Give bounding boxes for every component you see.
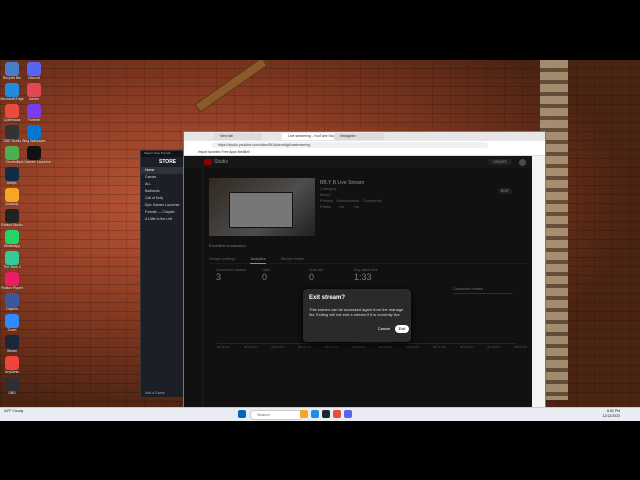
app-icon: [5, 356, 19, 370]
app-icon: [27, 62, 41, 76]
desktop-icon-label: Roblox Studio: [1, 223, 23, 227]
tab-instagram[interactable]: Instagram: [334, 133, 384, 140]
file-explorer-icon[interactable]: [300, 410, 308, 418]
taskbar: 34°F Cloudy Search 8:52 PM 12/12/2023: [0, 407, 640, 421]
desktop-icon[interactable]: AnyDesk: [0, 356, 32, 374]
desktop-icon[interactable]: The Sims 4: [0, 251, 32, 269]
app-icon[interactable]: [333, 410, 341, 418]
app-icon: [5, 230, 19, 244]
tab-youtube-studio[interactable]: Live streaming - YouTube Studio: [282, 133, 336, 140]
cancel-button[interactable]: Cancel: [375, 325, 393, 333]
app-icon: [27, 125, 41, 139]
desktop-icon[interactable]: Audacity: [0, 188, 32, 206]
desktop-icon-label: Roblox Player: [1, 286, 23, 290]
exit-button[interactable]: Exit: [395, 325, 409, 333]
app-icon: [27, 83, 41, 97]
url-input[interactable]: https://studio.youtube.com/video/Bi1kkdr…: [212, 142, 488, 148]
tab-new-tab[interactable]: New tab: [214, 133, 262, 140]
app-icon: [5, 335, 19, 349]
clock-date: 12/12/2023: [602, 414, 620, 418]
app-icon: [5, 188, 19, 202]
weather-widget[interactable]: 34°F Cloudy: [4, 409, 23, 414]
start-icon[interactable]: [238, 410, 246, 418]
desktop-icon[interactable]: DeepL: [0, 167, 32, 185]
address-bar-row: https://studio.youtube.com/video/Bi1kkdr…: [184, 141, 545, 149]
desktop-icon[interactable]: Adobe: [14, 83, 54, 101]
desktop-icon[interactable]: Steam: [0, 335, 32, 353]
desktop-icon-label: Discord: [28, 76, 40, 80]
desktop-icon-label: DeepL: [6, 181, 18, 185]
desktop-icon-label: WhatsApp: [3, 244, 21, 248]
app-icon: [5, 167, 19, 181]
desktop-icon[interactable]: WhatsApp: [0, 230, 32, 248]
tab-strip: New tab Live streaming - YouTube Studio …: [184, 132, 545, 141]
exit-stream-dialog: Exit stream? This stream can be accessed…: [303, 289, 411, 342]
desktop-icon[interactable]: Bing Wallpaper: [14, 125, 54, 143]
desktop-icon[interactable]: Zoom: [0, 314, 32, 332]
desktop-icon-label: Adobe: [28, 97, 40, 101]
desktop-icon[interactable]: Fortnite: [14, 104, 54, 122]
app-icon: [5, 314, 19, 328]
dialog-title: Exit stream?: [309, 295, 346, 301]
app-icon: [5, 377, 19, 391]
app-icon: [5, 251, 19, 265]
modal-backdrop[interactable]: [184, 156, 532, 414]
desktop-icon[interactable]: Roblox Studio: [0, 209, 32, 227]
search-input[interactable]: Search: [250, 410, 303, 420]
desktop-icon-label: AnyDesk: [4, 370, 19, 374]
desktop-icon-label: Fortnite: [28, 118, 40, 122]
add-game-button[interactable]: Add a Game: [145, 391, 165, 395]
desktop-icon-column: Recycle Bin Microsoft Edge Cyberduck OBS St…: [0, 60, 51, 410]
desktop-icon-label: Zoom: [7, 328, 17, 332]
desktop-icon-label: Bing Wallpaper: [22, 139, 46, 143]
clock[interactable]: 8:52 PM 12/12/2023: [602, 409, 620, 419]
app-icon: [27, 146, 41, 160]
app-icon: [5, 272, 19, 286]
desktop: Recycle Bin Microsoft Edge Cyberduck OBS St…: [0, 60, 640, 420]
app-icon: [27, 104, 41, 118]
desktop-icon-label: Epic Games Launcher: [16, 160, 52, 164]
desktop-icon-label: OBS: [8, 391, 16, 395]
youtube-studio-page: Studio CREATE BB.Y B Live Stream Categor…: [184, 156, 532, 414]
desktop-icon[interactable]: OBS: [0, 377, 32, 395]
favorites-bar[interactable]: Import favorites Free Apps MedBell: [184, 149, 545, 156]
edge-browser-window: New tab Live streaming - YouTube Studio …: [183, 131, 546, 415]
dialog-body: This stream can be accessed again from t…: [309, 307, 404, 317]
app-icon: [5, 293, 19, 307]
desktop-icon-label: The Sims 4: [3, 265, 21, 269]
desktop-icon[interactable]: Dolphin: [0, 293, 32, 311]
desktop-icon-label: Dolphin: [6, 307, 18, 311]
edge-icon[interactable]: [311, 410, 319, 418]
desktop-icon[interactable]: Roblox Player: [0, 272, 32, 290]
desktop-icon[interactable]: Discord: [14, 62, 54, 80]
desktop-icon-label: Steam: [6, 349, 18, 353]
desktop-icon-label: Audacity: [5, 202, 19, 206]
steam-icon[interactable]: [322, 410, 330, 418]
discord-icon[interactable]: [344, 410, 352, 418]
desktop-icon[interactable]: Epic Games Launcher: [14, 146, 54, 164]
app-icon: [5, 209, 19, 223]
edge-sidebar: [535, 156, 545, 414]
